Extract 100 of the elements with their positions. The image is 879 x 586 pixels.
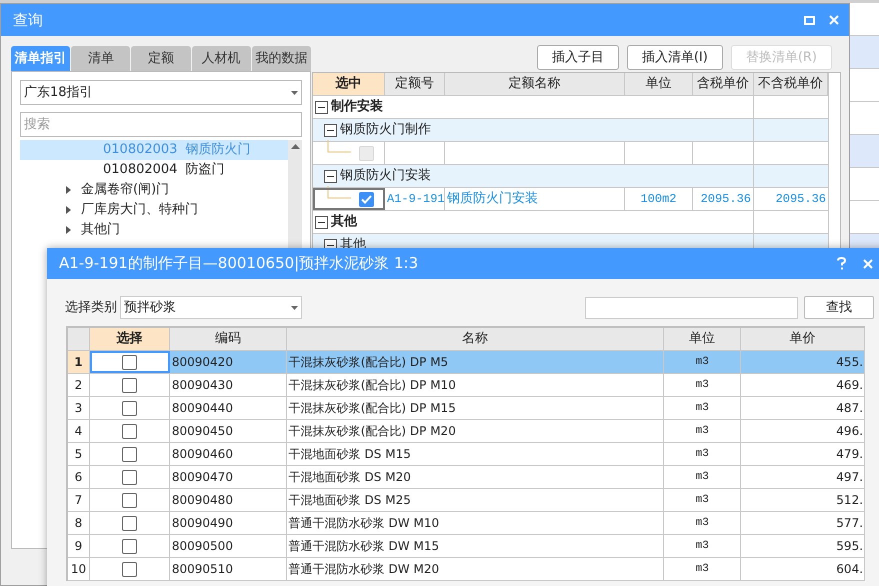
price-text: 469. bbox=[836, 377, 864, 394]
collapse-icon[interactable] bbox=[315, 216, 328, 228]
expand-arrow-icon[interactable] bbox=[66, 206, 71, 214]
table-row[interactable]: 3 80090440 干混抹灰砂浆(配合比) DP M15 m3 487. bbox=[68, 397, 865, 420]
name-text: 干混抹灰砂浆(配合比) DP M10 bbox=[288, 377, 456, 394]
table-row[interactable]: 10 80090510 普通干混防水砂浆 DW M20 m3 604. bbox=[68, 558, 865, 581]
expand-arrow-icon[interactable] bbox=[66, 186, 71, 194]
checkbox[interactable] bbox=[122, 354, 137, 370]
find-button[interactable]: 查找 bbox=[804, 296, 874, 319]
category-select[interactable]: 预拌砂浆 bbox=[120, 296, 302, 319]
tab[interactable]: 清单 bbox=[71, 46, 130, 71]
price-text: 604. bbox=[836, 561, 864, 578]
unit-text: m3 bbox=[696, 538, 709, 554]
quota-name: 钢质防火门安装 bbox=[447, 190, 538, 208]
code-text: 80090510 bbox=[172, 561, 233, 578]
close-icon[interactable] bbox=[829, 15, 839, 25]
checkbox[interactable] bbox=[122, 378, 137, 392]
checkbox[interactable] bbox=[122, 538, 137, 554]
name-text: 干混抹灰砂浆(配合比) DP M15 bbox=[288, 400, 456, 417]
checkbox[interactable] bbox=[122, 424, 137, 438]
checkbox[interactable] bbox=[122, 492, 137, 508]
search-field[interactable]: 搜索 bbox=[20, 112, 302, 137]
name-text: 普通干混防水砂浆 DW M15 bbox=[288, 538, 440, 555]
column-header: 不含税单价 bbox=[754, 73, 828, 95]
column-header: 选中 bbox=[313, 73, 385, 95]
category-label: 选择类别 bbox=[65, 298, 117, 317]
scroll-up-icon[interactable] bbox=[290, 144, 300, 149]
name-text: 普通干混防水砂浆 DW M20 bbox=[288, 561, 440, 578]
price-text: 487. bbox=[836, 400, 864, 417]
toolbar-button[interactable]: 插入子目 bbox=[536, 45, 619, 70]
collapse-icon[interactable] bbox=[324, 124, 337, 136]
toolbar-button[interactable]: 插入清单(I) bbox=[626, 45, 723, 70]
code-text: 80090460 bbox=[172, 446, 233, 463]
unit-text: 100m2 bbox=[640, 191, 676, 208]
tab[interactable]: 定额 bbox=[131, 46, 191, 71]
price-text: 496. bbox=[836, 423, 864, 440]
table-row[interactable]: 5 80090460 干混地面砂浆 DS M15 m3 479. bbox=[68, 443, 865, 466]
checkbox[interactable] bbox=[122, 516, 137, 530]
table-row[interactable]: 7 80090480 干混地面砂浆 DS M25 m3 512. bbox=[68, 489, 865, 512]
column-header: 单位 bbox=[664, 328, 742, 350]
tab[interactable]: 人材机 bbox=[192, 46, 251, 71]
column-header: 编码 bbox=[170, 328, 287, 350]
price-text: 497. bbox=[836, 469, 864, 486]
table-row[interactable]: 1 80090420 干混抹灰砂浆(配合比) DP M5 m3 455. bbox=[68, 351, 865, 374]
checkbox[interactable] bbox=[122, 446, 137, 462]
name-text: 干混地面砂浆 DS M25 bbox=[288, 492, 411, 509]
unit-text: m3 bbox=[696, 424, 709, 439]
price-text: 577. bbox=[836, 515, 864, 532]
checkbox[interactable] bbox=[122, 562, 137, 576]
tree-item[interactable]: 金属卷帘(闸)门 bbox=[81, 180, 170, 200]
row-number: 1 bbox=[68, 351, 90, 373]
code-text: 80090440 bbox=[172, 400, 233, 417]
table-row[interactable]: 8 80090490 普通干混防水砂浆 DW M10 m3 577. bbox=[68, 512, 865, 535]
tab[interactable]: 我的数据 bbox=[252, 46, 312, 71]
price-text: 512. bbox=[836, 492, 864, 509]
quota-code: A1-9-191 bbox=[387, 191, 445, 208]
guide-select[interactable]: 广东18指引 bbox=[20, 80, 302, 105]
group-label: 钢质防火门制作 bbox=[340, 121, 431, 140]
tree-item[interactable]: 其他门 bbox=[81, 220, 120, 240]
tree-item[interactable]: 010802004 防盗门 bbox=[20, 160, 288, 180]
unit-text: m3 bbox=[696, 446, 709, 462]
code-text: 80090500 bbox=[172, 538, 233, 555]
code-text: 80090470 bbox=[172, 469, 233, 486]
close-icon[interactable] bbox=[863, 258, 873, 268]
price-without-tax: 2095.36 bbox=[776, 191, 826, 208]
collapse-icon[interactable] bbox=[315, 100, 328, 114]
dialog-title: A1-9-191的制作子目—80010650|预拌水泥砂浆 1:3 bbox=[59, 253, 418, 274]
column-header: 名称 bbox=[286, 328, 664, 350]
table-row[interactable]: 4 80090450 干混抹灰砂浆(配合比) DP M20 m3 496. bbox=[68, 420, 865, 443]
unit-text: m3 bbox=[696, 400, 709, 416]
price-text: 595. bbox=[836, 538, 864, 555]
find-field[interactable] bbox=[585, 296, 798, 318]
table-row[interactable]: 2 80090430 干混抹灰砂浆(配合比) DP M10 m3 469. bbox=[68, 374, 865, 397]
price-text: 479. bbox=[836, 446, 864, 463]
column-header: 定额名称 bbox=[445, 73, 625, 95]
table-row[interactable]: 9 80090500 普通干混防水砂浆 DW M15 m3 595. bbox=[68, 535, 865, 558]
column-header: 定额号 bbox=[385, 73, 445, 95]
expand-arrow-icon[interactable] bbox=[66, 226, 71, 234]
tree-item[interactable]: 厂库房大门、特种门 bbox=[81, 200, 198, 220]
dropdown-caret-icon bbox=[291, 306, 298, 310]
price-text: 455. bbox=[836, 354, 864, 371]
checkbox[interactable] bbox=[122, 470, 137, 484]
table-row[interactable]: 6 80090470 干混地面砂浆 DS M20 m3 497. bbox=[68, 466, 865, 489]
checkbox[interactable] bbox=[122, 400, 137, 416]
unit-text: m3 bbox=[696, 354, 709, 370]
group-label: 钢质防火门安装 bbox=[340, 167, 431, 186]
unit-text: m3 bbox=[696, 378, 709, 393]
price-with-tax: 2095.36 bbox=[700, 191, 751, 208]
code-text: 80090480 bbox=[172, 492, 233, 509]
unit-text: m3 bbox=[696, 516, 709, 531]
maximize-icon[interactable] bbox=[804, 16, 815, 24]
column-header: 单位 bbox=[625, 73, 693, 95]
column-header: 单价 bbox=[741, 328, 866, 350]
help-icon[interactable] bbox=[837, 257, 846, 270]
checkbox[interactable] bbox=[359, 192, 374, 206]
dropdown-caret-icon bbox=[291, 90, 298, 94]
collapse-icon[interactable] bbox=[324, 170, 337, 182]
unit-text: m3 bbox=[696, 562, 709, 577]
column-header: 选择 bbox=[90, 328, 170, 350]
name-text: 干混抹灰砂浆(配合比) DP M5 bbox=[288, 354, 448, 371]
